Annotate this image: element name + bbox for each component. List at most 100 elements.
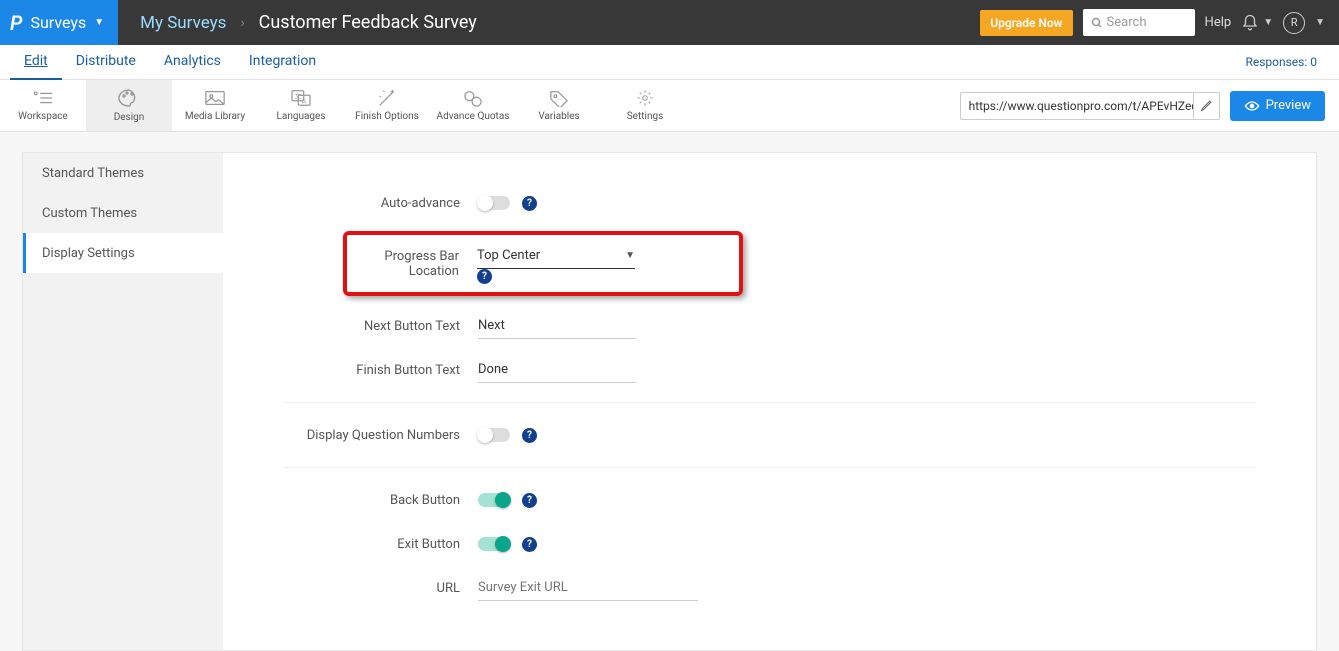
tool-advance-quotas[interactable]: Advance Quotas xyxy=(430,80,516,131)
survey-url[interactable]: https://www.questionpro.com/t/APEvHZeq xyxy=(961,99,1193,113)
toolbar: Workspace Design Media Library 文A Langua… xyxy=(0,80,1339,132)
row-auto-advance: Auto-advance ? xyxy=(283,181,1256,225)
sidebar-item-standard-themes[interactable]: Standard Themes xyxy=(23,153,223,193)
gear-icon xyxy=(634,89,656,107)
chevron-down-icon: ▼ xyxy=(94,17,104,28)
preview-label: Preview xyxy=(1266,98,1311,113)
tool-label: Languages xyxy=(277,111,326,122)
preview-button[interactable]: Preview xyxy=(1230,91,1325,121)
tool-label: Advance Quotas xyxy=(437,111,510,122)
chevron-down-icon: ▼ xyxy=(1263,17,1273,28)
main-tabs: Edit Distribute Analytics Integration Re… xyxy=(0,45,1339,80)
label-finish-button-text: Finish Button Text xyxy=(283,363,478,378)
chevron-down-icon: ▼ xyxy=(1315,17,1325,28)
tag-icon xyxy=(548,89,570,107)
settings-panel: Standard Themes Custom Themes Display Se… xyxy=(22,152,1317,651)
survey-url-box: https://www.questionpro.com/t/APEvHZeq xyxy=(960,92,1220,120)
palette-icon xyxy=(117,88,141,108)
label-auto-advance: Auto-advance xyxy=(283,196,478,211)
tool-label: Variables xyxy=(538,111,579,122)
row-finish-button-text: Finish Button Text xyxy=(283,348,1256,392)
quotas-icon xyxy=(462,89,484,107)
help-icon[interactable]: ? xyxy=(477,269,492,284)
tool-label: Design xyxy=(114,112,145,123)
image-icon xyxy=(204,89,226,107)
breadcrumb: My Surveys › Customer Feedback Survey xyxy=(118,12,477,33)
avatar-letter: R xyxy=(1291,16,1298,29)
input-exit-url[interactable] xyxy=(478,575,698,601)
progress-bar-highlight: Progress Bar Location Top Center ▼ ? xyxy=(343,231,743,296)
breadcrumb-survey-title: Customer Feedback Survey xyxy=(259,12,477,33)
design-sidebar: Standard Themes Custom Themes Display Se… xyxy=(23,153,223,650)
chevron-right-icon: › xyxy=(240,15,244,31)
top-bar: P Surveys ▼ My Surveys › Customer Feedba… xyxy=(0,0,1339,45)
tool-workspace[interactable]: Workspace xyxy=(0,80,86,131)
tool-design[interactable]: Design xyxy=(86,80,172,131)
bell-icon xyxy=(1241,14,1259,32)
row-display-question-numbers: Display Question Numbers ? xyxy=(283,413,1256,457)
sidebar-item-custom-themes[interactable]: Custom Themes xyxy=(23,193,223,233)
label-exit-button: Exit Button xyxy=(283,537,478,552)
tool-label: Finish Options xyxy=(355,111,419,122)
select-value: Top Center xyxy=(477,248,540,263)
tool-finish-options[interactable]: Finish Options xyxy=(344,80,430,131)
label-progress-bar-location: Progress Bar Location xyxy=(347,249,477,279)
wand-icon xyxy=(376,89,398,107)
tool-settings[interactable]: Settings xyxy=(602,80,688,131)
upgrade-button[interactable]: Upgrade Now xyxy=(980,10,1072,36)
content-area: Standard Themes Custom Themes Display Se… xyxy=(0,132,1339,651)
product-menu[interactable]: P Surveys ▼ xyxy=(0,0,118,45)
chevron-down-icon: ▼ xyxy=(625,250,635,261)
eye-icon xyxy=(1244,100,1260,112)
divider xyxy=(283,402,1256,403)
tool-media-library[interactable]: Media Library xyxy=(172,80,258,131)
avatar[interactable]: R xyxy=(1283,12,1305,34)
display-settings-form: Auto-advance ? Progress Bar Location Top… xyxy=(223,153,1316,650)
switch-display-question-numbers[interactable] xyxy=(478,428,510,442)
product-menu-label: Surveys xyxy=(30,13,86,32)
workspace-icon xyxy=(32,89,54,107)
input-next-button-text[interactable] xyxy=(478,313,636,339)
sidebar-item-display-settings[interactable]: Display Settings xyxy=(23,233,223,273)
pencil-icon xyxy=(1200,99,1213,112)
notifications-menu[interactable]: ▼ xyxy=(1241,14,1273,32)
svg-text:A: A xyxy=(302,97,307,105)
label-exit-url: URL xyxy=(283,581,478,596)
edit-url-button[interactable] xyxy=(1193,93,1219,119)
switch-back-button[interactable] xyxy=(478,493,510,507)
tool-label: Media Library xyxy=(185,111,245,122)
tool-label: Settings xyxy=(627,111,664,122)
tab-analytics[interactable]: Analytics xyxy=(150,45,235,80)
tab-distribute[interactable]: Distribute xyxy=(62,45,150,80)
label-display-question-numbers: Display Question Numbers xyxy=(283,428,478,443)
row-next-button-text: Next Button Text xyxy=(283,304,1256,348)
help-icon[interactable]: ? xyxy=(522,537,537,552)
help-icon[interactable]: ? xyxy=(522,428,537,443)
topbar-right: Upgrade Now Search Help ▼ R ▼ xyxy=(980,9,1339,36)
help-icon[interactable]: ? xyxy=(522,196,537,211)
row-exit-url: URL xyxy=(283,566,1256,610)
svg-text:文: 文 xyxy=(295,91,302,100)
help-link[interactable]: Help xyxy=(1205,15,1232,30)
select-progress-bar-location[interactable]: Top Center ▼ xyxy=(477,243,635,269)
search-placeholder: Search xyxy=(1107,15,1147,30)
row-exit-button: Exit Button ? xyxy=(283,522,1256,566)
languages-icon: 文A xyxy=(290,89,312,107)
row-back-button: Back Button ? xyxy=(283,478,1256,522)
responses-count[interactable]: Responses: 0 xyxy=(1245,55,1317,69)
label-back-button: Back Button xyxy=(283,493,478,508)
search-input[interactable]: Search xyxy=(1083,9,1195,36)
switch-exit-button[interactable] xyxy=(478,537,510,551)
label-next-button-text: Next Button Text xyxy=(283,319,478,334)
input-finish-button-text[interactable] xyxy=(478,357,636,383)
toolbar-right: https://www.questionpro.com/t/APEvHZeq P… xyxy=(960,80,1339,131)
tool-languages[interactable]: 文A Languages xyxy=(258,80,344,131)
tab-edit[interactable]: Edit xyxy=(10,45,62,80)
divider xyxy=(283,467,1256,468)
breadcrumb-my-surveys[interactable]: My Surveys xyxy=(140,13,226,33)
logo-icon: P xyxy=(10,11,22,35)
tool-variables[interactable]: Variables xyxy=(516,80,602,131)
tab-integration[interactable]: Integration xyxy=(235,45,330,80)
switch-auto-advance[interactable] xyxy=(478,196,510,210)
help-icon[interactable]: ? xyxy=(522,493,537,508)
